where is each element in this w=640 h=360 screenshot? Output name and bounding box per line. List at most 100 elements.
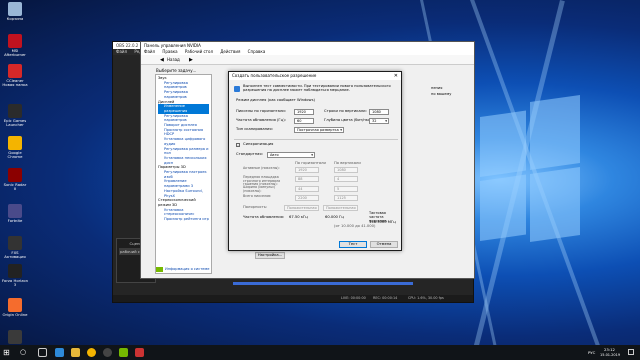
obs-menu-file[interactable]: Файл <box>116 49 127 54</box>
sync-row-v-input[interactable]: 5 <box>334 186 358 192</box>
desktop-icon[interactable]: Корзина <box>2 2 28 21</box>
scan-label: Тип сканирования: <box>236 127 273 131</box>
taskbar: ⊞ ○ РУС 23:12 15.01.2019 <box>0 345 640 360</box>
close-icon[interactable]: ✕ <box>394 73 398 79</box>
obs-live-time: LIVE: 00:00:00 <box>341 296 366 300</box>
color-depth-select[interactable]: 32 ▾ <box>369 118 389 124</box>
polarity-v-select[interactable]: Положительная <box>323 205 358 211</box>
desktop-icon[interactable]: Epic Games Launcher <box>2 104 28 128</box>
tree-item[interactable]: Настройка Surround, PhysX <box>158 189 209 198</box>
start-icon[interactable]: ⊞ <box>3 348 12 357</box>
side-text: нения <box>431 86 443 90</box>
app-icon <box>8 34 22 48</box>
sync-row-v-input[interactable]: 1080 <box>334 167 358 173</box>
menu-edit[interactable]: Правка <box>162 49 177 54</box>
edge-icon[interactable] <box>55 348 64 357</box>
test-button[interactable]: Тест <box>339 241 367 248</box>
tree-item[interactable]: Регулировка размера и пол <box>158 147 209 156</box>
refresh-rate-v-value: 60.000 Гц <box>325 215 344 219</box>
tree-item[interactable]: Установка цифрового аудио <box>158 137 209 146</box>
custom-resolution-dialog[interactable]: Создать пользовательское разрешение ✕ Вы… <box>228 71 402 251</box>
polarity-label: Полярность: <box>243 205 268 209</box>
tree-item[interactable]: Просмотр состояния HDCP <box>158 128 209 137</box>
vert-lines-input[interactable]: 1080 <box>369 109 389 115</box>
app-icon <box>8 136 22 150</box>
tree-item[interactable]: Просмотр рейтинга игр <box>158 217 209 222</box>
sync-row-v-input[interactable]: 1125 <box>334 195 358 201</box>
language-indicator[interactable]: РУС <box>588 350 595 355</box>
notification-icon[interactable] <box>628 349 634 355</box>
desktop-icon[interactable]: Origin Online <box>2 298 28 317</box>
scan-select[interactable]: Построчная развертка ▾ <box>294 127 344 133</box>
windows-logo <box>480 94 580 247</box>
tree-item[interactable]: Установка стереоскопичес <box>158 208 209 217</box>
obs-volume-meter[interactable] <box>233 282 413 285</box>
menu-help[interactable]: Справка <box>248 49 266 54</box>
standard-label: Стандартная: <box>236 152 263 156</box>
tree-item[interactable]: Регулировка параметров <box>158 81 209 90</box>
setup-button[interactable]: Настройка... <box>255 252 285 259</box>
app-icon <box>8 236 22 250</box>
tree-group[interactable]: Стереоскопический режим 3D <box>158 198 209 207</box>
collapse-icon[interactable]: - <box>236 143 240 147</box>
system-info-link[interactable]: Информация о системе <box>165 267 209 271</box>
sync-row-h-input[interactable]: 2200 <box>295 195 319 201</box>
desktop-icon-label: MSI Afterburner <box>4 48 26 58</box>
sync-row-label: Ширина (импульс) (пикселы): <box>243 185 276 193</box>
task-tree[interactable]: Звук Регулировка параметров Регулировка па… <box>155 74 212 274</box>
desktop-icon-label: Google Chrome <box>7 150 23 160</box>
nvidia-taskbar-icon[interactable] <box>119 348 128 357</box>
standard-select[interactable]: Авто ▾ <box>267 152 315 158</box>
clock-time[interactable]: 23:12 <box>604 347 615 352</box>
info-text: Выполнен тест совместимости. При тестиро… <box>243 84 391 93</box>
explorer-icon[interactable] <box>71 348 80 357</box>
tree-item[interactable]: Изменение разрешения <box>158 104 209 114</box>
desktop-icon[interactable]: Sonic Radar II <box>2 168 28 192</box>
task-header: Выберите задачу... <box>156 68 197 73</box>
desktop-icon-label: FXS Активация <box>4 250 26 260</box>
search-icon[interactable]: ○ <box>20 348 26 356</box>
tree-item[interactable]: Регулировка параметров <box>158 114 209 123</box>
refresh-input[interactable]: 60 <box>294 118 314 124</box>
cancel-button[interactable]: Отмена <box>370 241 398 248</box>
desktop-icon[interactable]: Forza Horizon 3 <box>2 264 28 288</box>
app-icon <box>8 298 22 312</box>
obs-rec-time: REC: 00:00:14 <box>373 296 398 300</box>
tree-item[interactable]: Регулировка параметров <box>158 90 209 99</box>
desktop-icon[interactable]: Google Chrome <box>2 136 28 160</box>
vert-lines-label: Строки по вертикали: <box>324 109 367 113</box>
app-icon <box>8 168 22 182</box>
desktop-icon-label: Sonic Radar II <box>3 182 27 192</box>
nvidia-logo-icon <box>156 267 163 272</box>
tree-item[interactable]: Установка нескольких дисп <box>158 156 209 165</box>
app-icon <box>8 2 22 16</box>
tree-item[interactable]: Регулировка настроек изоб <box>158 170 209 179</box>
sync-row-h-input[interactable]: 44 <box>295 186 319 192</box>
sync-row-h-input[interactable]: 88 <box>295 176 319 182</box>
sync-row-h-input[interactable]: 1920 <box>295 167 319 173</box>
polarity-h-select[interactable]: Положительная <box>284 205 319 211</box>
task-view-icon[interactable] <box>38 348 47 357</box>
desktop-icon-label: Forza Horizon 3 <box>2 278 28 288</box>
desktop-icon[interactable]: MSI Afterburner <box>2 34 28 58</box>
desktop-icon[interactable]: Fortnite <box>2 204 28 223</box>
col-horizontal: По горизонтали <box>295 161 326 165</box>
app-taskbar-icon[interactable] <box>135 348 144 357</box>
horiz-pixels-input[interactable]: 1920 <box>294 109 314 115</box>
sync-row-label: Всего пикселов: <box>243 194 272 198</box>
back-button[interactable]: Назад <box>167 57 180 62</box>
menu-desktop[interactable]: Рабочий стол <box>185 49 213 54</box>
chrome-icon[interactable] <box>87 348 96 357</box>
menu-actions[interactable]: Действия <box>220 49 240 54</box>
obs-taskbar-icon[interactable] <box>103 348 112 357</box>
forward-icon[interactable]: ▶ <box>189 57 193 63</box>
obs-statusbar: LIVE: 00:00:00 REC: 00:00:14 CPU: 1.6%, … <box>113 295 473 302</box>
tree-item[interactable]: Управление параметрами 3 <box>158 179 209 188</box>
sync-row-v-input[interactable]: 4 <box>334 176 358 182</box>
clock-date[interactable]: 15.01.2019 <box>600 353 620 357</box>
back-icon[interactable]: ◀ <box>160 57 164 63</box>
desktop-icon[interactable]: CCleaner Новая папка <box>2 64 28 88</box>
menu-file[interactable]: Файл <box>144 49 155 54</box>
chevron-down-icon: ▾ <box>385 119 387 123</box>
desktop-icon[interactable]: FXS Активация <box>2 236 28 260</box>
